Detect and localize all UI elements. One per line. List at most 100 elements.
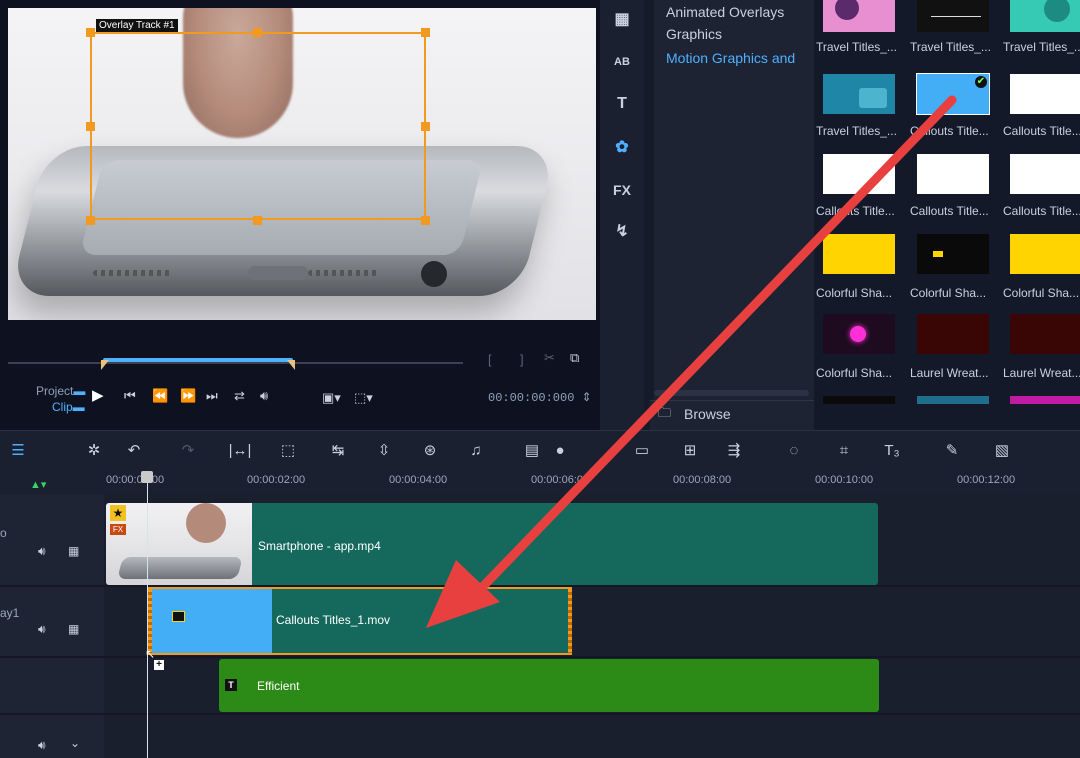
video-clip[interactable]: ★ FX Smartphone - app.mp4 <box>106 503 878 585</box>
add-track-icon[interactable]: ▲▾ <box>30 478 46 491</box>
category-animated-overlays[interactable]: Animated Overlays <box>666 4 784 20</box>
graphics-icon[interactable]: ✿ <box>612 138 632 158</box>
thumbnail[interactable] <box>1010 74 1080 114</box>
fit-project-icon[interactable]: |↔| <box>228 441 252 461</box>
thumbnail[interactable] <box>823 74 895 114</box>
thumbnail[interactable] <box>917 234 989 274</box>
mask-icon[interactable]: ● <box>548 441 572 461</box>
thumbnail[interactable] <box>917 314 989 354</box>
ruler-label: 00:00:02:00 <box>247 474 306 486</box>
phone-port <box>248 266 308 280</box>
track-volume-icon[interactable]: 🔊︎ <box>38 544 46 559</box>
play-icon[interactable]: ▶ <box>92 388 104 404</box>
thumbnail[interactable] <box>1010 396 1080 404</box>
color-grading-icon[interactable]: ✎ <box>940 441 964 461</box>
resize-handle[interactable] <box>86 28 95 37</box>
3d-title-icon[interactable]: T₃ <box>880 441 904 461</box>
title-ab-icon[interactable]: AB <box>612 52 632 72</box>
instant-project-icon[interactable]: ▦ <box>612 10 632 30</box>
track-label: ay1 <box>0 606 20 620</box>
ruler-label: 00:00:08:00 <box>673 474 732 486</box>
playhead-handle[interactable] <box>141 471 153 483</box>
track-grid-icon[interactable]: ▦ <box>68 622 79 636</box>
preview-quality-icon[interactable]: ⬚▾ <box>354 390 373 406</box>
thumbnail-label: Callouts Title... <box>910 204 989 218</box>
thumbnail[interactable] <box>917 154 989 194</box>
title-tool-icon[interactable]: ▭ <box>630 441 654 461</box>
thumbnail[interactable] <box>1010 234 1080 274</box>
thumbnail[interactable] <box>823 314 895 354</box>
fx-icon[interactable]: FX <box>612 180 632 200</box>
thumbnail[interactable] <box>917 0 989 32</box>
thumbnail[interactable] <box>917 396 989 404</box>
category-scrollbar[interactable] <box>654 390 809 396</box>
timecode-display[interactable]: 00:00:00:000 ⇕ <box>488 390 592 405</box>
resize-handle[interactable] <box>421 216 430 225</box>
track-volume-icon[interactable]: 🔊︎ <box>38 622 46 637</box>
thumbnail[interactable] <box>823 234 895 274</box>
plus-cursor-icon: + <box>154 660 164 670</box>
trim-handle[interactable] <box>568 589 572 653</box>
volume-icon[interactable]: 🔊︎ <box>260 388 268 404</box>
repeat-icon[interactable]: ⇄ <box>234 388 245 404</box>
category-motion-graphics[interactable]: Motion Graphics and <box>666 50 795 66</box>
enlarge-preview-icon[interactable]: ⧉ <box>570 350 579 366</box>
trim-range[interactable] <box>101 358 295 370</box>
painting-icon[interactable]: ▧ <box>990 441 1014 461</box>
previous-frame-icon[interactable]: ⏪ <box>152 388 168 404</box>
overlay-clip-selected[interactable]: Callouts Titles_1.mov <box>148 587 572 655</box>
split-clip-icon[interactable]: ✂ <box>544 350 555 366</box>
browse-label: Browse <box>684 406 731 422</box>
thumbnail-label: Colorful Sha... <box>910 286 987 300</box>
browse-button[interactable] <box>650 400 814 430</box>
expand-track-icon[interactable]: ⌄ <box>70 736 80 750</box>
go-to-end-icon[interactable]: ⏭ <box>206 388 218 404</box>
split-screen-icon[interactable]: ⊞ <box>678 441 702 461</box>
path-icon[interactable]: ↯ <box>612 222 632 242</box>
clip-mode[interactable]: Clip▬ <box>52 400 85 414</box>
resize-handle[interactable] <box>86 216 95 225</box>
overlay-selection-box[interactable] <box>90 32 426 220</box>
thumbnail[interactable] <box>823 396 895 404</box>
resize-handle[interactable] <box>253 216 262 225</box>
project-mode[interactable]: Project▬ <box>36 384 85 398</box>
resize-handle[interactable] <box>421 122 430 131</box>
undo-icon[interactable]: ↶ <box>122 441 146 461</box>
overlay-track-label: Overlay Track #1 <box>96 19 178 32</box>
ripple-icon[interactable]: ↹ <box>326 441 350 461</box>
record-icon[interactable]: ⊛ <box>418 441 442 461</box>
thumbnail[interactable] <box>1010 154 1080 194</box>
redo-icon[interactable]: ↷ <box>176 441 200 461</box>
thumbnail[interactable] <box>823 154 895 194</box>
text-t-icon[interactable]: T <box>612 94 632 114</box>
track-grid-icon[interactable]: ▦ <box>68 544 79 558</box>
thumbnail[interactable] <box>823 0 895 32</box>
playhead[interactable] <box>147 472 148 758</box>
track-volume-icon[interactable]: 🔊︎ <box>38 738 46 753</box>
audio-track[interactable] <box>104 715 1080 758</box>
motion-icon[interactable]: ⇶ <box>722 441 746 461</box>
thumbnail[interactable] <box>1010 314 1080 354</box>
category-graphics[interactable]: Graphics <box>666 26 722 42</box>
tools-icon[interactable]: ✲ <box>82 441 106 461</box>
thumbnail[interactable] <box>1010 0 1080 32</box>
resize-handle[interactable] <box>86 122 95 131</box>
mark-out-icon[interactable]: ] <box>520 352 524 368</box>
title-clip[interactable]: T Efficient <box>219 659 879 712</box>
path-tool-icon[interactable]: ◌ <box>782 441 806 461</box>
audio-mixer-icon[interactable]: ♫ <box>464 441 488 461</box>
fit-window-icon[interactable]: ⬚ <box>276 441 300 461</box>
thumbnail-selected[interactable]: ✔ <box>916 73 990 115</box>
trim-handle[interactable] <box>148 589 152 653</box>
go-to-start-icon[interactable]: ⏮ <box>124 388 136 404</box>
timeline-view-icon[interactable]: ☰ <box>6 441 30 461</box>
snap-icon[interactable]: ⇳ <box>372 441 396 461</box>
mark-in-icon[interactable]: [ <box>488 352 492 368</box>
next-frame-icon[interactable]: ⏩ <box>180 388 196 404</box>
track-headers <box>0 494 104 758</box>
tracking-icon[interactable]: ⌗ <box>832 441 856 461</box>
resize-handle[interactable] <box>253 28 262 37</box>
multicam-icon[interactable]: ▤ <box>520 441 544 461</box>
aspect-ratio-icon[interactable]: ▣▾ <box>322 390 341 406</box>
resize-handle[interactable] <box>421 28 430 37</box>
